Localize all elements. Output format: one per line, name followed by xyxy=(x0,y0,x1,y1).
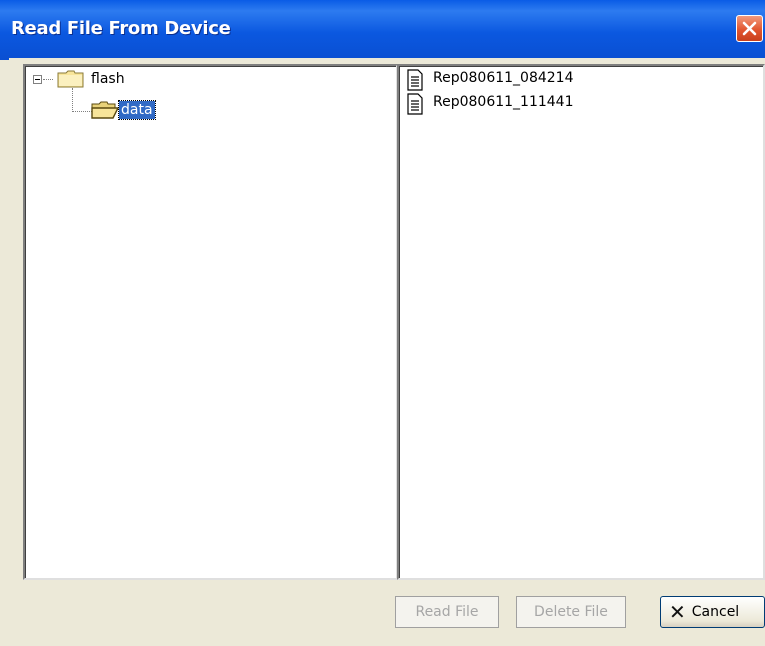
title-bar[interactable]: Read File From Device xyxy=(0,0,765,60)
window-title: Read File From Device xyxy=(11,18,231,39)
file-list[interactable]: Rep080611_084214 Rep080611_111441 xyxy=(397,64,765,580)
tree-item-flash[interactable]: flash xyxy=(33,69,233,89)
close-icon xyxy=(742,21,757,36)
tree-item-label: data xyxy=(118,100,156,120)
tree-item-data[interactable]: data xyxy=(91,100,291,120)
folder-closed-icon xyxy=(57,69,85,93)
cancel-label: Cancel xyxy=(691,604,740,620)
cancel-button[interactable]: ✕ Cancel xyxy=(660,596,765,628)
read-file-dialog: Read File From Device flash data Rep0806… xyxy=(0,0,765,646)
close-button[interactable] xyxy=(736,15,763,42)
document-icon xyxy=(407,69,423,95)
tree-connector xyxy=(72,111,92,113)
cancel-x-icon: ✕ xyxy=(669,600,686,624)
document-icon xyxy=(407,93,423,119)
file-name: Rep080611_111441 xyxy=(433,94,574,110)
read-file-button[interactable]: Read File xyxy=(395,596,499,628)
folder-tree[interactable]: flash data xyxy=(23,64,398,580)
dialog-body: flash data Rep080611_084214 Rep080611_11… xyxy=(9,58,765,646)
delete-file-button[interactable]: Delete File xyxy=(516,596,626,628)
folder-open-icon xyxy=(91,100,121,124)
collapse-icon[interactable] xyxy=(33,75,42,84)
tree-item-label: flash xyxy=(91,71,125,87)
file-name: Rep080611_084214 xyxy=(433,70,574,86)
